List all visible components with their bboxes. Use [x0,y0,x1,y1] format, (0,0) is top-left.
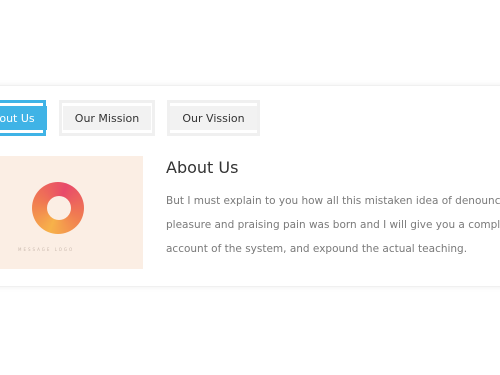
tab-our-vission-label: Our Vission [170,106,257,130]
tab-about-us-label: out Us [0,106,47,130]
section-heading: About Us [166,158,239,177]
tab-our-mission[interactable]: Our Mission [59,100,155,136]
page: out Us Our Mission Our Vission MESSAGE L… [0,0,500,375]
tab-our-mission-label: Our Mission [62,106,152,130]
logo-ring-hole [47,196,71,220]
tab-our-vission[interactable]: Our Vission [167,100,260,136]
paragraph-line: pleasure and praising pain was born and … [166,219,500,231]
paragraph-line: But I must explain to you how all this m… [166,195,500,207]
logo-text: MESSAGE LOGO [18,247,75,252]
tab-about-us[interactable]: out Us [0,100,47,136]
section-paragraph: But I must explain to you how all this m… [166,189,500,261]
paragraph-line: account of the system, and expound the a… [166,243,468,255]
